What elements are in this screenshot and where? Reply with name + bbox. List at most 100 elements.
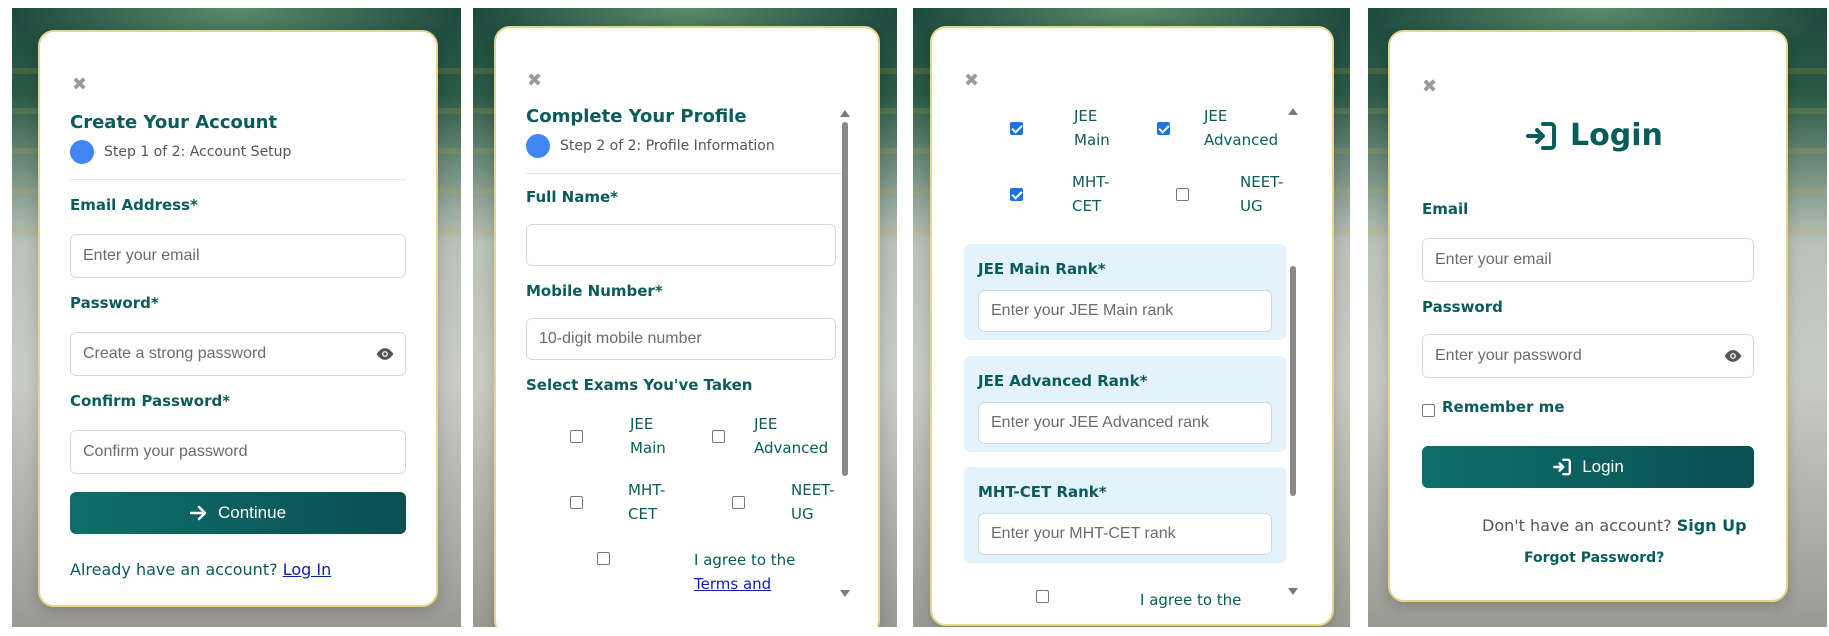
login-prompt: Already have an account? Log In	[70, 560, 331, 579]
mht-cet-rank-label: MHT-CET Rank*	[978, 483, 1107, 501]
exam-label-mht-cet: MHT- CET	[1072, 170, 1109, 218]
arrow-right-icon	[189, 505, 207, 521]
password-placeholder: Enter your password	[1435, 347, 1582, 364]
scrollbar[interactable]	[840, 110, 850, 620]
login-button-label: Login	[1582, 457, 1624, 476]
confirm-password-field[interactable]: Confirm your password	[70, 430, 406, 474]
terms-checkbox[interactable]	[597, 552, 610, 565]
login-link[interactable]: Log In	[283, 560, 332, 579]
exam-line: JEE	[630, 415, 654, 433]
scroll-up-icon[interactable]	[840, 110, 850, 117]
jee-advanced-rank-section: JEE Advanced Rank* Enter your JEE Advanc…	[964, 356, 1286, 452]
step-dot-icon	[526, 134, 550, 158]
background-panel-2: ✖ Complete Your Profile Step 2 of 2: Pro…	[473, 8, 897, 627]
login-heading: Login	[1526, 118, 1663, 153]
email-label: Email	[1422, 200, 1469, 218]
email-field[interactable]: Enter your email	[1422, 238, 1754, 282]
login-prompt-text: Already have an account?	[70, 560, 278, 579]
exam-line: NEET-	[1240, 173, 1284, 191]
confirm-password-label: Confirm Password*	[70, 392, 231, 410]
terms-text: I agree to the	[1140, 591, 1242, 609]
exam-line: JEE	[1074, 107, 1098, 125]
exam-line: Main	[1074, 131, 1110, 149]
exams-label: Select Exams You've Taken	[526, 376, 753, 394]
login-card: ✖ Login Email Enter your email Password …	[1388, 30, 1788, 602]
exam-checkbox-mht-cet[interactable]	[1010, 188, 1023, 201]
login-button[interactable]: Login	[1422, 446, 1754, 488]
step-text: Step 1 of 2: Account Setup	[104, 144, 292, 160]
exam-checkbox-jee-advanced[interactable]	[712, 430, 725, 443]
exam-line: JEE	[754, 415, 778, 433]
scroll-down-icon[interactable]	[840, 590, 850, 597]
background-panel-1: ✖ Create Your Account Step 1 of 2: Accou…	[12, 8, 461, 627]
exam-line: Advanced	[1204, 131, 1279, 149]
jee-main-rank-label: JEE Main Rank*	[978, 260, 1106, 278]
page-title: Create Your Account	[70, 112, 278, 133]
terms-checkbox[interactable]	[1036, 590, 1049, 603]
forgot-password-link[interactable]: Forgot Password?	[1524, 550, 1664, 566]
divider	[526, 173, 844, 174]
profile-card: ✖ Complete Your Profile Step 2 of 2: Pro…	[494, 26, 880, 627]
remember-checkbox[interactable]	[1422, 404, 1435, 417]
password-placeholder: Create a strong password	[83, 345, 267, 362]
close-icon[interactable]: ✖	[964, 72, 979, 90]
eye-icon[interactable]	[375, 347, 395, 361]
exam-checkbox-neet-ug[interactable]	[732, 496, 745, 509]
divider	[70, 179, 406, 180]
mobile-label: Mobile Number*	[526, 282, 663, 300]
close-icon[interactable]: ✖	[72, 76, 87, 94]
exam-line: MHT-	[1072, 173, 1110, 191]
scrollbar-thumb[interactable]	[1290, 266, 1296, 496]
exam-line: Main	[630, 439, 666, 457]
exam-checkbox-mht-cet[interactable]	[570, 496, 583, 509]
exam-checkbox-jee-main[interactable]	[570, 430, 583, 443]
jee-advanced-rank-label: JEE Advanced Rank*	[978, 372, 1148, 390]
mht-cet-rank-field[interactable]: Enter your MHT-CET rank	[978, 513, 1272, 555]
sign-in-icon	[1553, 458, 1572, 476]
signup-link[interactable]: Sign Up	[1677, 516, 1747, 535]
jee-main-rank-field[interactable]: Enter your JEE Main rank	[978, 290, 1272, 332]
eye-icon[interactable]	[1723, 349, 1743, 363]
exam-label-jee-main: JEE Main	[630, 412, 666, 460]
password-label: Password*	[70, 294, 159, 312]
jee-main-rank-section: JEE Main Rank* Enter your JEE Main rank	[964, 244, 1286, 340]
sign-in-icon	[1526, 121, 1556, 150]
mobile-field[interactable]: 10-digit mobile number	[526, 318, 836, 360]
exam-line: UG	[1240, 197, 1263, 215]
background-panel-3: ✖ JEE Main JEE Advanced MHT- CET NEET- U…	[913, 8, 1350, 627]
scroll-up-icon[interactable]	[1288, 108, 1298, 115]
exam-line: Advanced	[754, 439, 829, 457]
background-panel-4: ✖ Login Email Enter your email Password …	[1368, 8, 1827, 627]
remember-label[interactable]: Remember me	[1442, 398, 1565, 416]
exam-checkbox-jee-main[interactable]	[1010, 122, 1023, 135]
terms-link[interactable]: Terms and	[694, 572, 795, 596]
continue-label: Continue	[217, 503, 287, 522]
exam-label-jee-advanced: JEE Advanced	[754, 412, 828, 460]
password-field[interactable]: Enter your password	[1422, 334, 1754, 378]
mht-cet-rank-section: MHT-CET Rank* Enter your MHT-CET rank	[964, 467, 1286, 563]
signup-card: ✖ Create Your Account Step 1 of 2: Accou…	[38, 30, 438, 607]
scrollbar[interactable]	[1288, 108, 1298, 618]
step-indicator: Step 1 of 2: Account Setup	[70, 140, 291, 164]
exam-line: JEE	[1204, 107, 1228, 125]
jee-advanced-rank-field[interactable]: Enter your JEE Advanced rank	[978, 402, 1272, 444]
continue-button[interactable]: Continue	[70, 492, 406, 534]
email-field[interactable]: Enter your email	[70, 234, 406, 278]
terms-prefix: I agree to the	[694, 551, 796, 569]
scroll-down-icon[interactable]	[1288, 588, 1298, 595]
full-name-label: Full Name*	[526, 188, 619, 206]
exam-label-jee-advanced: JEE Advanced	[1204, 104, 1278, 152]
step-indicator: Step 2 of 2: Profile Information	[526, 134, 775, 158]
scrollbar-thumb[interactable]	[842, 122, 848, 476]
close-icon[interactable]: ✖	[527, 72, 542, 90]
exam-checkbox-jee-advanced[interactable]	[1157, 122, 1170, 135]
signup-prompt-text: Don't have an account?	[1482, 516, 1672, 535]
ranks-card: ✖ JEE Main JEE Advanced MHT- CET NEET- U…	[930, 26, 1334, 626]
exam-line: NEET-	[791, 481, 835, 499]
password-field[interactable]: Create a strong password	[70, 332, 406, 376]
close-icon[interactable]: ✖	[1422, 78, 1437, 96]
exam-line: CET	[1072, 197, 1102, 215]
exam-line: MHT-	[628, 481, 666, 499]
exam-checkbox-neet-ug[interactable]	[1176, 188, 1189, 201]
full-name-field[interactable]	[526, 224, 836, 266]
